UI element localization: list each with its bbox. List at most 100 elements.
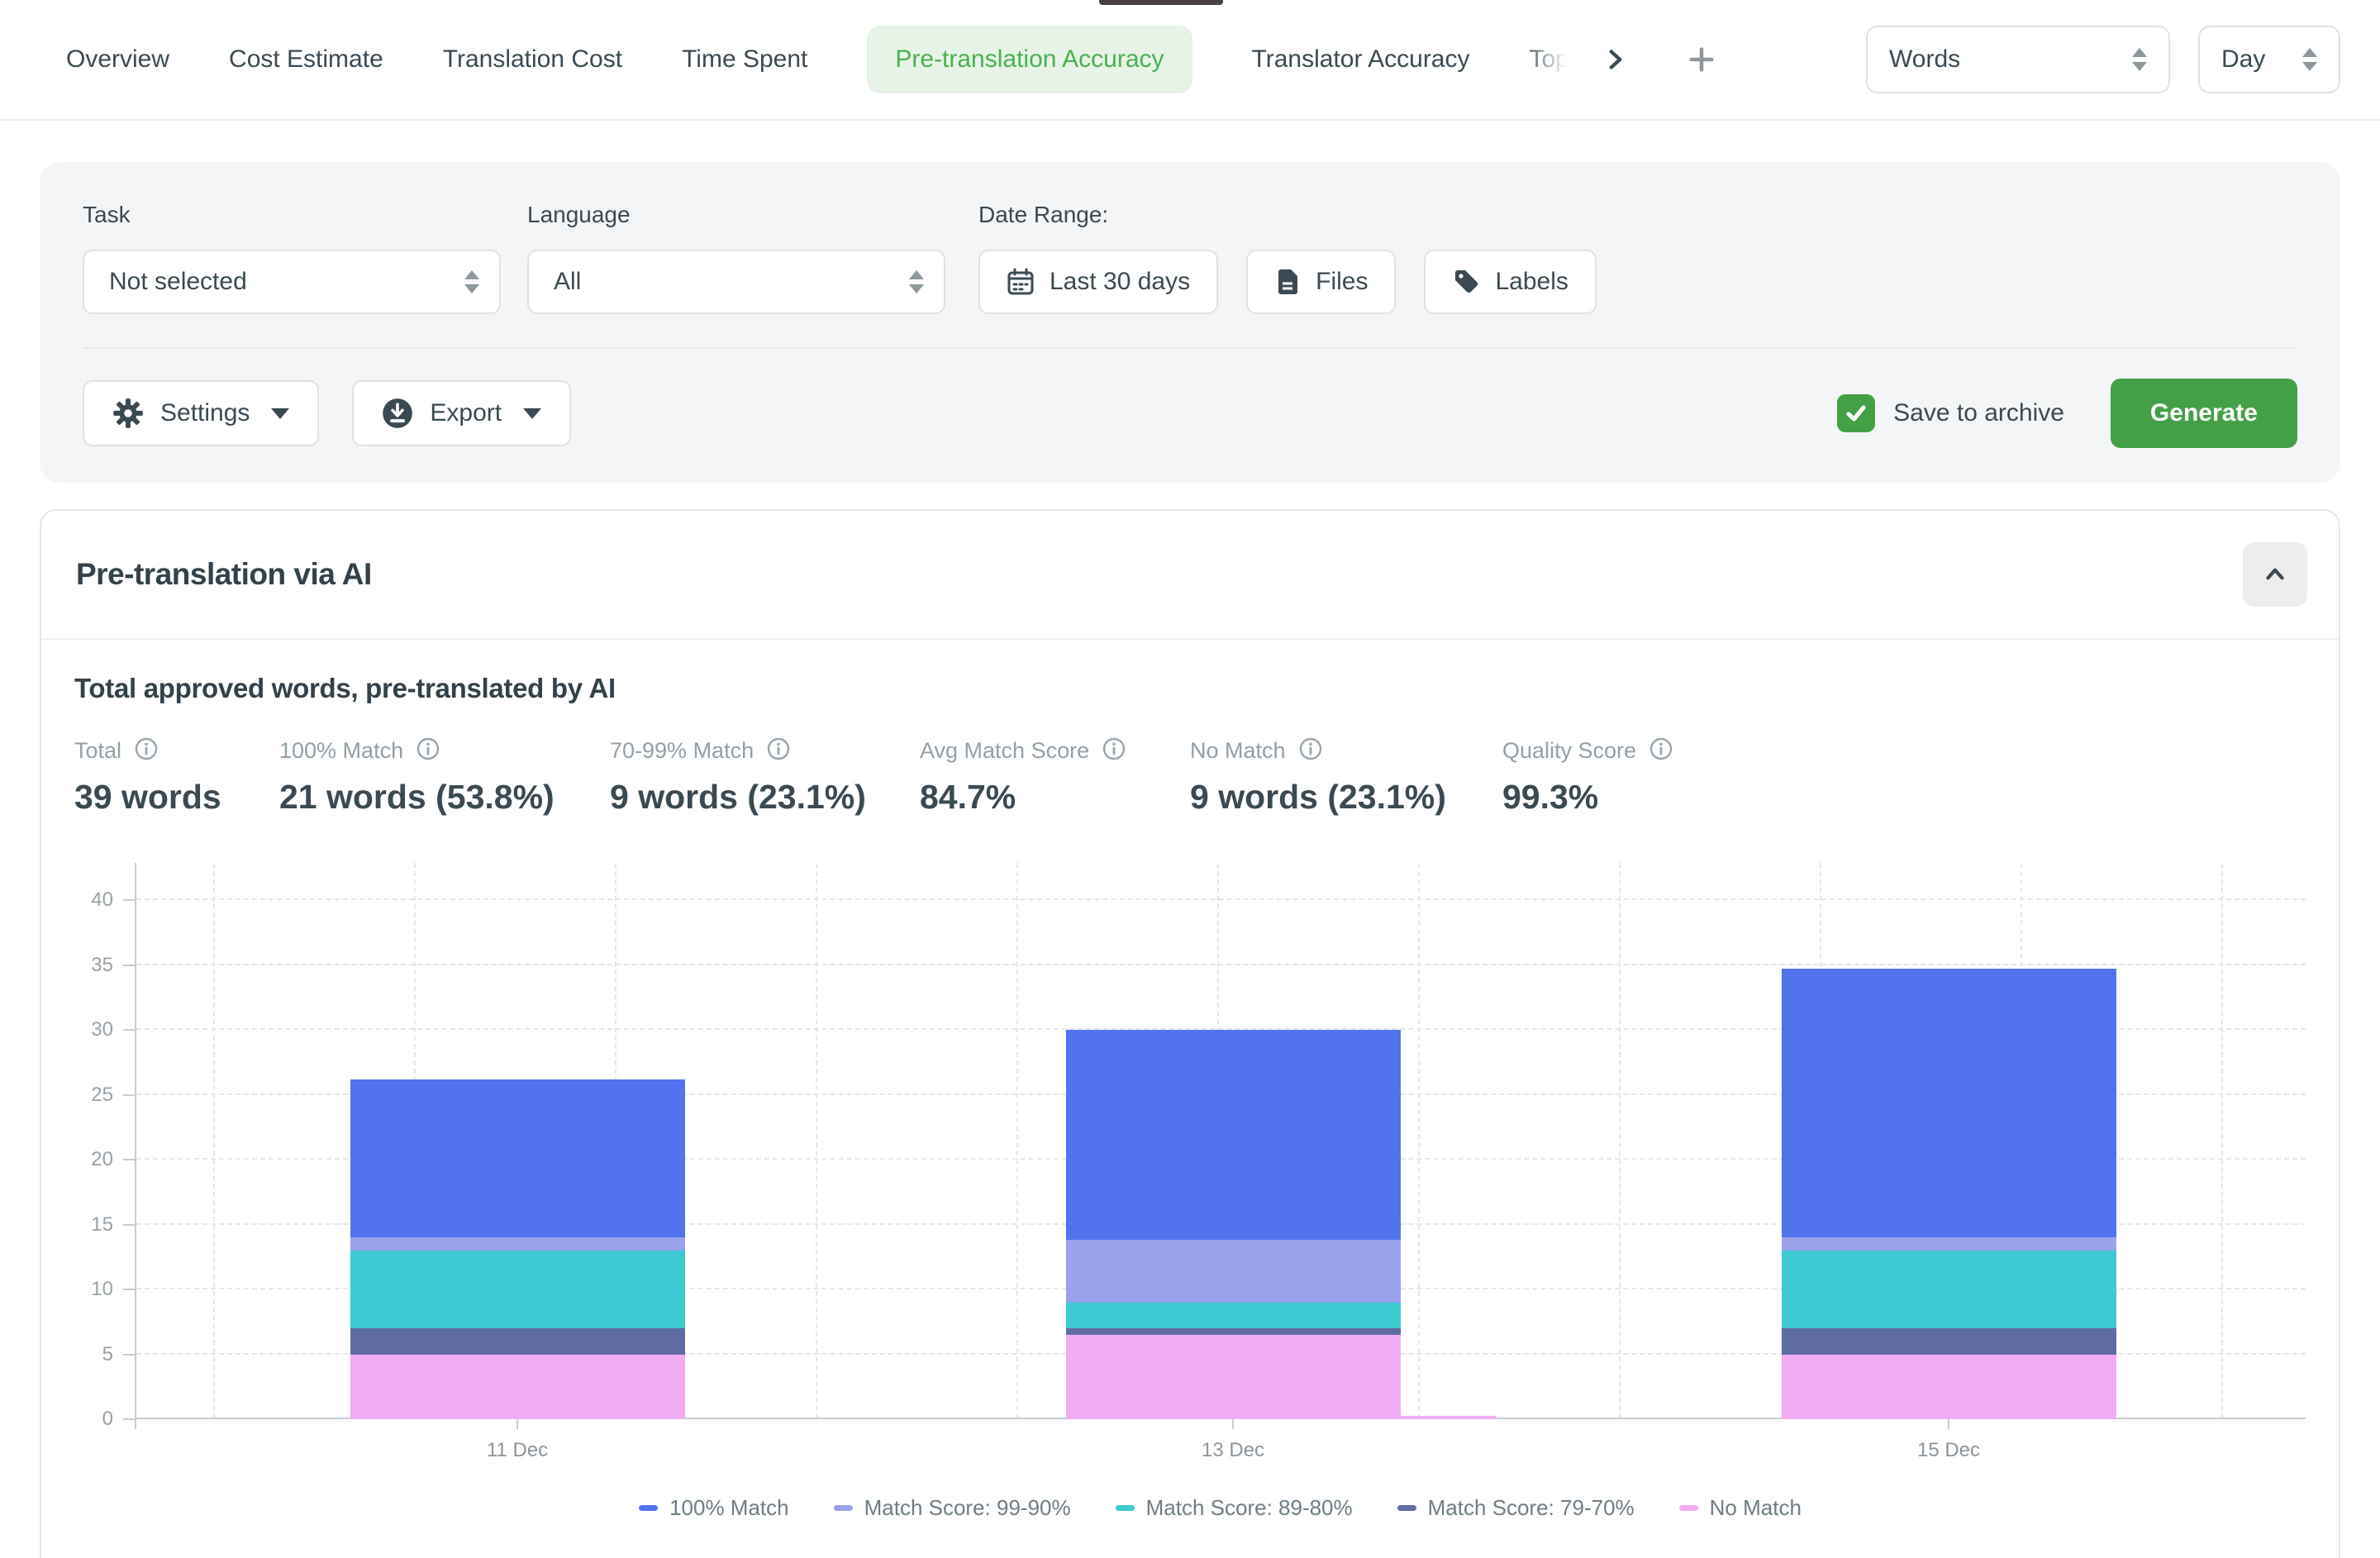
tabs-nav: Overview Cost Estimate Translation Cost Tim… xyxy=(66,26,1569,93)
bar-segment-match-score-99-90 xyxy=(1066,1240,1401,1302)
x-axis-tick xyxy=(516,1419,518,1429)
gear-icon xyxy=(112,398,144,429)
legend-item-100-match[interactable]: 100% Match xyxy=(639,1495,789,1521)
tab-time-spent[interactable]: Time Spent xyxy=(682,45,807,74)
tab-translator-accuracy[interactable]: Translator Accuracy xyxy=(1252,45,1470,74)
stats-row: Total39 words100% Match 21 words (53.8%)7… xyxy=(74,737,2306,817)
generate-button[interactable]: Generate xyxy=(2111,379,2297,448)
legend-label: 100% Match xyxy=(669,1495,789,1521)
legend-item-no-match[interactable]: No Match xyxy=(1679,1495,1802,1521)
labels-button[interactable]: Labels xyxy=(1424,250,1596,314)
stat-value: 21 words (53.8%) xyxy=(279,778,610,817)
tab-cost-estimate[interactable]: Cost Estimate xyxy=(229,45,383,74)
chevron-up-icon xyxy=(2261,560,2289,588)
collapse-card-button[interactable] xyxy=(2243,542,2307,607)
select-arrows-icon xyxy=(909,270,924,293)
tab-overview[interactable]: Overview xyxy=(66,45,169,74)
period-select-value: Day xyxy=(2221,45,2265,74)
caret-down-icon xyxy=(271,408,289,419)
bar-segment-match-score-99-90 xyxy=(1782,1237,2116,1251)
x-axis-tick xyxy=(1232,1419,1234,1429)
date-range-button[interactable]: Last 30 days xyxy=(978,250,1218,314)
tab-top[interactable]: Top xyxy=(1530,45,1569,74)
bar-segment-100-match xyxy=(1066,1030,1401,1240)
stat-no-match: No Match9 words (23.1%) xyxy=(1190,737,1502,817)
files-button[interactable]: Files xyxy=(1246,250,1396,314)
x-axis-label: 11 Dec xyxy=(487,1439,548,1462)
legend-marker-icon xyxy=(639,1505,658,1511)
info-icon[interactable] xyxy=(416,737,440,765)
bar-segment-100-match xyxy=(1782,969,2116,1237)
y-axis-tick xyxy=(123,965,135,966)
bar-segment-match-score-89-80 xyxy=(1066,1303,1401,1328)
info-icon[interactable] xyxy=(1102,737,1126,765)
unit-select[interactable]: Words xyxy=(1866,26,2170,93)
stacked-bar-15-dec[interactable] xyxy=(1782,900,2116,1419)
y-axis-tick xyxy=(123,1418,135,1420)
y-axis-label: 30 xyxy=(91,1018,113,1041)
bar-segment-no-match xyxy=(350,1355,685,1420)
legend-label: Match Score: 79-70% xyxy=(1428,1495,1635,1521)
stat-label: Quality Score xyxy=(1502,738,1636,764)
files-button-label: Files xyxy=(1316,268,1368,296)
export-button[interactable]: Export xyxy=(352,380,571,446)
y-axis-tick xyxy=(123,899,135,901)
legend-marker-icon xyxy=(1397,1505,1416,1511)
vertical-gridline xyxy=(2221,863,2223,1419)
y-axis-label: 35 xyxy=(91,954,113,977)
info-icon[interactable] xyxy=(135,737,158,765)
tab-pre-translation-accuracy[interactable]: Pre-translation Accuracy xyxy=(867,26,1192,93)
legend-item-match-score-89-80[interactable]: Match Score: 89-80% xyxy=(1116,1495,1353,1521)
info-icon[interactable] xyxy=(1299,737,1322,765)
download-circle-icon xyxy=(382,398,413,429)
tab-translation-cost[interactable]: Translation Cost xyxy=(443,45,622,74)
stat-label: No Match xyxy=(1190,738,1286,764)
chart-legend: 100% Match Match Score: 99-90% Match Score… xyxy=(135,1495,2306,1521)
export-button-label: Export xyxy=(430,399,502,427)
x-axis-tick xyxy=(1948,1419,1949,1429)
bar-segment-match-score-89-80 xyxy=(1782,1251,2116,1328)
legend-label: Match Score: 89-80% xyxy=(1146,1495,1353,1521)
top-notch xyxy=(1099,0,1223,5)
info-icon[interactable] xyxy=(1649,737,1673,765)
task-label: Task xyxy=(83,202,501,228)
save-to-archive-checkbox[interactable] xyxy=(1837,394,1875,432)
x-axis-label: 13 Dec xyxy=(1202,1439,1264,1462)
near-zero-bar-segment xyxy=(1400,1416,1496,1419)
legend-item-match-score-99-90[interactable]: Match Score: 99-90% xyxy=(834,1495,1071,1521)
stat-avg-match-score: Avg Match Score84.7% xyxy=(920,737,1190,817)
y-axis-tick xyxy=(123,1224,135,1226)
stat-value: 84.7% xyxy=(920,778,1190,817)
card-title: Pre-translation via AI xyxy=(76,557,372,592)
y-axis-label: 15 xyxy=(91,1213,113,1236)
language-select[interactable]: All xyxy=(527,250,945,314)
legend-marker-icon xyxy=(1679,1505,1698,1511)
y-axis-label: 10 xyxy=(91,1278,113,1301)
settings-button[interactable]: Settings xyxy=(83,380,319,446)
bar-segment-no-match xyxy=(1782,1355,2116,1420)
stacked-bar-13-dec[interactable] xyxy=(1066,900,1401,1419)
save-to-archive-label: Save to archive xyxy=(1893,399,2064,427)
stat-total: Total39 words xyxy=(74,737,279,817)
stat-quality-score: Quality Score99.3% xyxy=(1502,737,1673,817)
bar-segment-no-match xyxy=(1066,1335,1401,1419)
y-axis-line xyxy=(135,863,136,1429)
vertical-gridline xyxy=(1619,863,1621,1419)
bar-segment-match-score-79-70 xyxy=(1782,1328,2116,1354)
info-icon[interactable] xyxy=(767,737,790,765)
pretranslation-card: Pre-translation via AI Total approved wo… xyxy=(40,509,2340,1558)
caret-down-icon xyxy=(523,408,541,419)
stat-label: 70-99% Match xyxy=(610,738,754,764)
stat-label: 100% Match xyxy=(279,738,403,764)
legend-item-match-score-79-70[interactable]: Match Score: 79-70% xyxy=(1397,1495,1635,1521)
period-select[interactable]: Day xyxy=(2198,26,2340,93)
analytics-page: Overview Cost Estimate Translation Cost Tim… xyxy=(0,0,2380,1558)
chart-plot-area[interactable]: 051015202530354011 Dec13 Dec15 Dec xyxy=(135,863,2306,1419)
stacked-bar-11-dec[interactable] xyxy=(350,900,685,1419)
task-select[interactable]: Not selected xyxy=(83,250,501,314)
add-report-button[interactable] xyxy=(1677,35,1726,84)
date-range-button-label: Last 30 days xyxy=(1050,268,1190,296)
y-axis-label: 0 xyxy=(102,1408,113,1431)
legend-label: No Match xyxy=(1710,1495,1802,1521)
tabs-overflow-chevron[interactable] xyxy=(1591,35,1640,84)
